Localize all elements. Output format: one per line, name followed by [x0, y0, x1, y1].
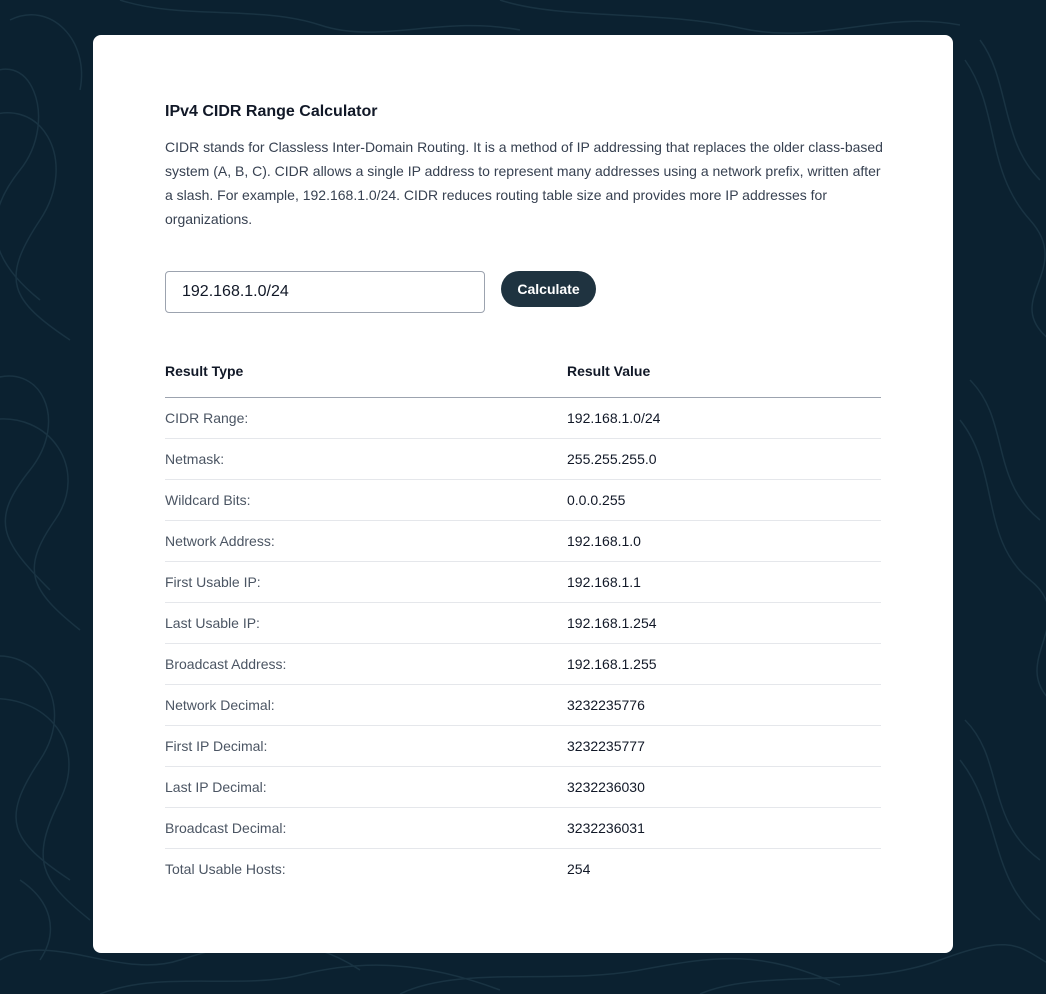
row-label: Wildcard Bits: [165, 492, 251, 508]
results-table: Result Type Result Value CIDR Range: 192… [165, 351, 881, 889]
row-value: 192.168.1.255 [567, 656, 657, 672]
row-label: Broadcast Decimal: [165, 820, 287, 836]
row-value: 192.168.1.0/24 [567, 410, 661, 426]
calculate-button[interactable]: Calculate [501, 271, 596, 307]
page-title: IPv4 CIDR Range Calculator [165, 103, 378, 120]
table-row: First Usable IP: 192.168.1.1 [165, 562, 881, 603]
description-text: CIDR stands for Classless Inter-Domain R… [165, 139, 883, 227]
row-label: CIDR Range: [165, 410, 249, 426]
row-label: Last IP Decimal: [165, 779, 267, 795]
row-label: Last Usable IP: [165, 615, 260, 631]
row-label: First Usable IP: [165, 574, 261, 590]
results-header: Result Type Result Value [165, 351, 881, 398]
table-row: Network Decimal: 3232235776 [165, 685, 881, 726]
row-value: 0.0.0.255 [567, 492, 626, 508]
row-value: 3232236030 [567, 779, 645, 795]
row-value: 254 [567, 861, 591, 877]
row-value: 3232236031 [567, 820, 645, 836]
table-row: First IP Decimal: 3232235777 [165, 726, 881, 767]
row-value: 192.168.1.1 [567, 574, 641, 590]
row-label: Netmask: [165, 451, 225, 467]
row-value: 192.168.1.0 [567, 533, 641, 549]
header-result-value: Result Value [567, 363, 651, 379]
table-row: Last Usable IP: 192.168.1.254 [165, 603, 881, 644]
calculator-card: IPv4 CIDR Range Calculator CIDR stands f… [93, 35, 953, 953]
table-row: Total Usable Hosts: 254 [165, 849, 881, 889]
row-label: Network Address: [165, 533, 275, 549]
row-value: 192.168.1.254 [567, 615, 657, 631]
row-label: First IP Decimal: [165, 738, 268, 754]
table-row: Wildcard Bits: 0.0.0.255 [165, 480, 881, 521]
table-row: Broadcast Decimal: 3232236031 [165, 808, 881, 849]
table-row: Netmask: 255.255.255.0 [165, 439, 881, 480]
header-result-type: Result Type [165, 363, 244, 379]
table-row: CIDR Range: 192.168.1.0/24 [165, 398, 881, 439]
row-value: 255.255.255.0 [567, 451, 657, 467]
table-row: Network Address: 192.168.1.0 [165, 521, 881, 562]
table-row: Broadcast Address: 192.168.1.255 [165, 644, 881, 685]
row-value: 3232235777 [567, 738, 645, 754]
row-label: Total Usable Hosts: [165, 861, 286, 877]
table-row: Last IP Decimal: 3232236030 [165, 767, 881, 808]
row-label: Broadcast Address: [165, 656, 287, 672]
cidr-input[interactable] [165, 271, 485, 313]
row-value: 3232235776 [567, 697, 645, 713]
row-label: Network Decimal: [165, 697, 275, 713]
